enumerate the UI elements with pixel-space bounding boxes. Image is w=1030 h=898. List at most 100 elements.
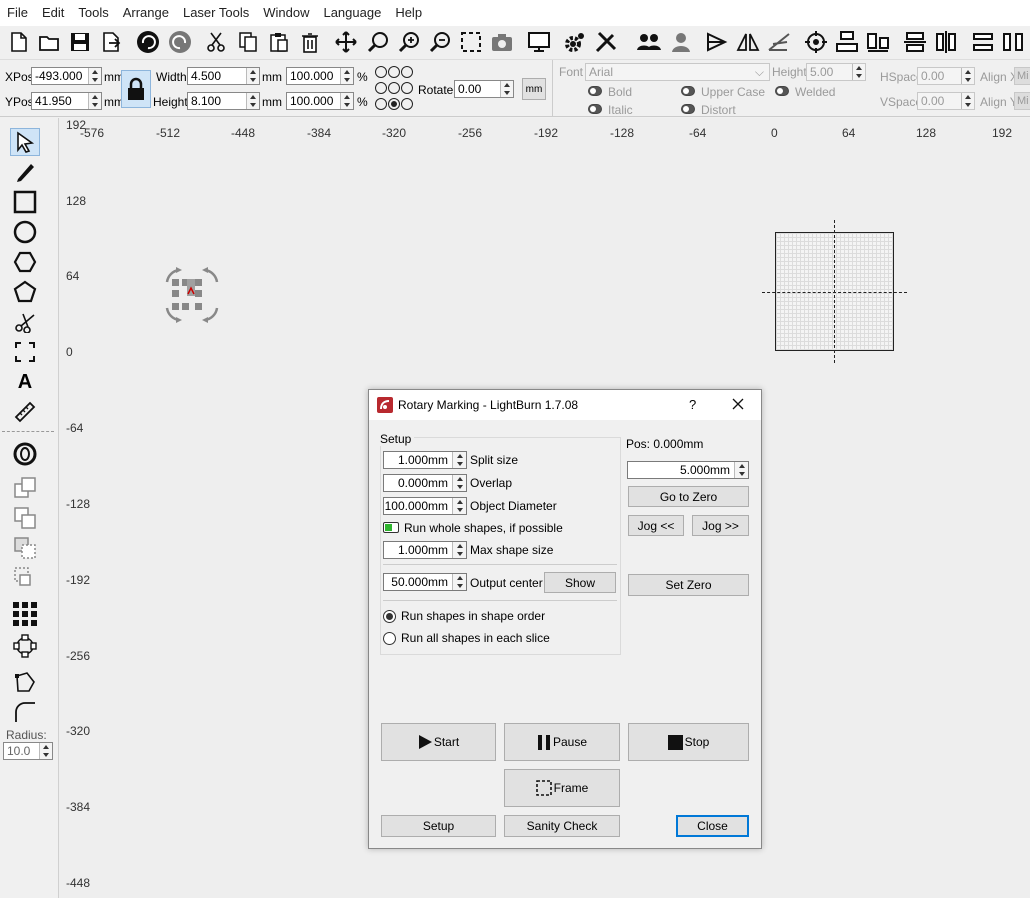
menu-window[interactable]: Window [256, 0, 316, 26]
align-x-select[interactable]: Mi [1014, 67, 1030, 85]
crosshair-icon[interactable] [803, 29, 829, 55]
scale-width-input[interactable]: 100.000 [286, 67, 354, 85]
frame-button[interactable]: Frame [504, 769, 620, 807]
anchor-grid[interactable] [374, 63, 416, 115]
scale-height-input[interactable]: 100.000 [286, 92, 354, 110]
pen-tool-icon[interactable] [10, 158, 40, 186]
space-vertical-icon[interactable] [1001, 29, 1027, 55]
hspace-input[interactable]: 0.00 [917, 67, 975, 85]
vspace-input[interactable]: 0.00 [917, 92, 975, 110]
object-diameter-input[interactable]: 100.000mm [383, 497, 467, 515]
redo-icon[interactable] [167, 29, 193, 55]
menu-edit[interactable]: Edit [35, 0, 71, 26]
select-tool-icon[interactable] [10, 128, 40, 156]
paste-icon[interactable] [266, 29, 292, 55]
radius-input[interactable]: 10.0 [3, 742, 53, 760]
help-button[interactable]: ? [689, 397, 696, 412]
selected-object-handles[interactable] [163, 266, 221, 324]
group-icon[interactable] [636, 29, 662, 55]
zoom-selection-icon[interactable] [365, 29, 391, 55]
width-input[interactable]: 4.500 [187, 67, 260, 85]
subtract-tool-icon[interactable] [10, 534, 40, 562]
output-center-input[interactable]: 50.000mm [383, 573, 467, 591]
italic-toggle[interactable] [588, 104, 602, 114]
font-select[interactable]: Arial ⌵ [585, 63, 770, 81]
crop-tool-icon[interactable] [10, 338, 40, 366]
move-icon[interactable] [333, 29, 359, 55]
distribute-icon[interactable] [902, 29, 928, 55]
overlap-input[interactable]: 0.000mm [383, 474, 467, 492]
start-button[interactable]: Start [381, 723, 496, 761]
bold-toggle[interactable] [588, 86, 602, 96]
distribute-vertical-icon[interactable] [933, 29, 959, 55]
pentagon-tool-icon[interactable] [10, 278, 40, 306]
upper-case-toggle[interactable] [681, 86, 695, 96]
units-button[interactable]: mm [522, 78, 546, 100]
flip-horizontal-icon[interactable] [704, 29, 730, 55]
cut-icon[interactable] [203, 29, 229, 55]
undo-icon[interactable] [135, 29, 161, 55]
scissors-tool-icon[interactable] [10, 308, 40, 336]
measure-tool-icon[interactable] [10, 398, 40, 426]
rotate-icon[interactable] [766, 29, 792, 55]
zoom-in-icon[interactable] [396, 29, 422, 55]
jog-step-input[interactable]: 5.000mm [627, 461, 749, 479]
menu-file[interactable]: File [0, 0, 35, 26]
go-to-zero-button[interactable]: Go to Zero [628, 486, 749, 507]
close-button[interactable]: Close [676, 815, 749, 837]
radio-each-slice[interactable] [383, 632, 396, 645]
align-y-select[interactable]: Mi [1014, 92, 1030, 110]
delete-icon[interactable] [297, 29, 323, 55]
circular-array-icon[interactable] [10, 632, 40, 660]
setup-button[interactable]: Setup [381, 815, 496, 837]
polygon-tool-icon[interactable] [10, 248, 40, 276]
weld-tool-icon[interactable] [10, 474, 40, 502]
rectangle-tool-icon[interactable] [10, 188, 40, 216]
menu-arrange[interactable]: Arrange [116, 0, 176, 26]
monitor-icon[interactable] [526, 29, 552, 55]
close-icon[interactable] [730, 396, 746, 412]
camera-icon[interactable] [489, 29, 515, 55]
settings-icon[interactable] [562, 29, 588, 55]
intersect-tool-icon[interactable] [10, 564, 40, 592]
menu-language[interactable]: Language [316, 0, 388, 26]
new-file-icon[interactable] [5, 29, 31, 55]
menu-help[interactable]: Help [388, 0, 429, 26]
zoom-out-icon[interactable] [427, 29, 453, 55]
jog-left-button[interactable]: Jog << [628, 515, 684, 536]
open-file-icon[interactable] [36, 29, 62, 55]
split-size-input[interactable]: 1.000mm [383, 451, 467, 469]
align-center-icon[interactable] [834, 29, 860, 55]
import-icon[interactable] [98, 29, 124, 55]
offset-tool-icon[interactable] [10, 440, 40, 468]
show-button[interactable]: Show [544, 572, 616, 593]
menu-laser-tools[interactable]: Laser Tools [176, 0, 256, 26]
grid-array-icon[interactable] [10, 600, 40, 628]
xpos-input[interactable]: -493.000 [31, 67, 102, 85]
radio-shape-order[interactable] [383, 610, 396, 623]
ungroup-icon[interactable] [668, 29, 694, 55]
ellipse-tool-icon[interactable] [10, 218, 40, 246]
space-horizontal-icon[interactable] [970, 29, 996, 55]
height-input[interactable]: 8.100 [187, 92, 260, 110]
max-shape-size-input[interactable]: 1.000mm [383, 541, 467, 559]
ypos-input[interactable]: 41.950 [31, 92, 102, 110]
mirror-icon[interactable] [735, 29, 761, 55]
set-zero-button[interactable]: Set Zero [628, 574, 749, 596]
pause-button[interactable]: Pause [504, 723, 620, 761]
run-whole-toggle[interactable] [383, 522, 399, 533]
text-height-input[interactable]: 5.00 [806, 63, 866, 81]
stop-button[interactable]: Stop [628, 723, 749, 761]
align-left-icon[interactable] [865, 29, 891, 55]
frame-select-icon[interactable] [458, 29, 484, 55]
welded-toggle[interactable] [775, 86, 789, 96]
union-tool-icon[interactable] [10, 504, 40, 532]
save-icon[interactable] [67, 29, 93, 55]
sanity-check-button[interactable]: Sanity Check [504, 815, 620, 837]
menu-tools[interactable]: Tools [71, 0, 115, 26]
lock-ratio-icon[interactable] [121, 70, 151, 108]
rotate-input[interactable]: 0.00 [454, 80, 514, 98]
copy-icon[interactable] [235, 29, 261, 55]
distort-toggle[interactable] [681, 104, 695, 114]
text-tool-icon[interactable]: A [10, 368, 40, 396]
